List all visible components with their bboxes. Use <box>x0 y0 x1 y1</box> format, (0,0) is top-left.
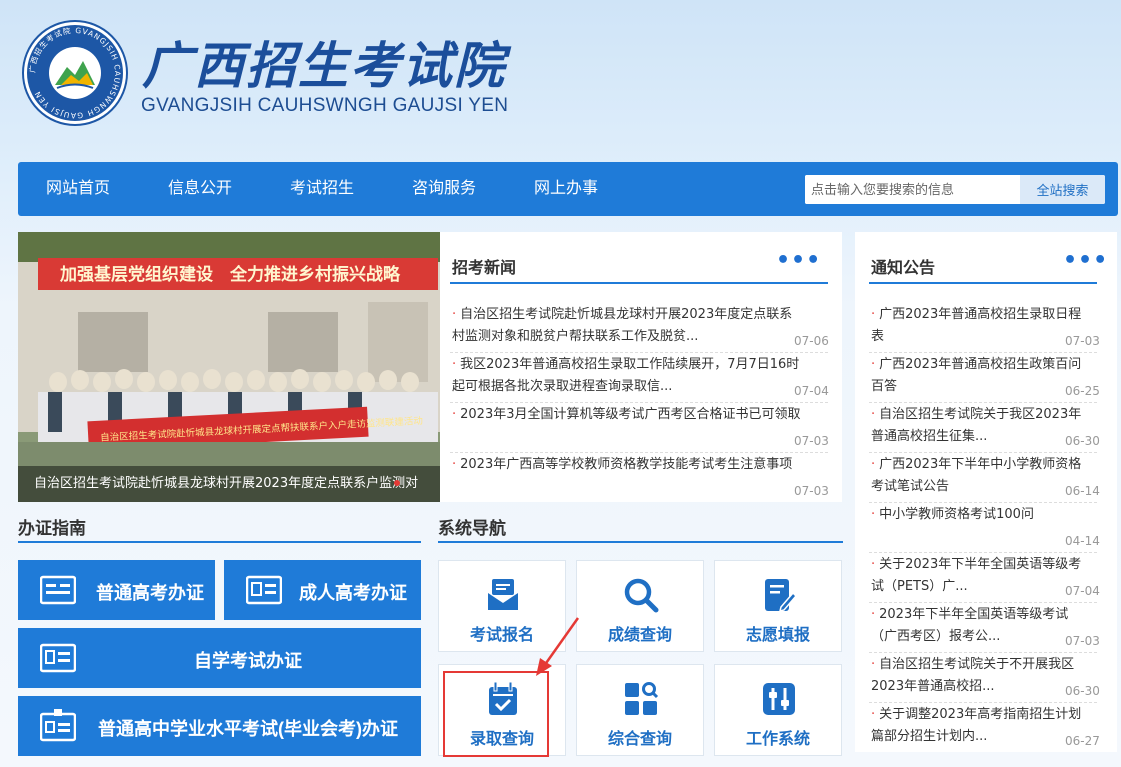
calendar-check-icon <box>489 681 517 715</box>
id-card-icon <box>246 575 282 605</box>
tile-label: 志愿填报 <box>745 627 810 644</box>
news-panel: 招考新闻 ••• · 自治区招生考试院赴忻城县龙球村开展2023年度定点联系 村监测… <box>440 232 842 502</box>
news-item[interactable]: · 自治区招生考试院赴忻城县龙球村开展2023年度定点联系 村监测对象和脱贫户帮扶联… <box>452 304 822 348</box>
guide-button-self-study[interactable]: 自学考试办证 <box>18 628 421 688</box>
news-separator <box>450 352 828 353</box>
notice-panel-divider <box>869 282 1097 284</box>
news-separator <box>450 452 828 453</box>
site-search: 全站搜索 <box>805 175 1105 204</box>
system-nav-divider <box>438 541 843 543</box>
guide-button-label: 普通高考办证 <box>96 583 204 603</box>
guide-button-adult-exam[interactable]: 成人高考办证 <box>224 560 421 620</box>
main-nav: 网站首页 信息公开 考试招生 咨询服务 网上办事 全站搜索 <box>18 162 1118 216</box>
nav-online-services[interactable]: 网上办事 <box>534 162 598 216</box>
guide-button-label: 成人高考办证 <box>299 583 407 603</box>
guide-section-title: 办证指南 <box>18 519 86 538</box>
news-date: 07-03 <box>794 484 829 498</box>
news-item[interactable]: · 我区2023年普通高校招生录取工作陆续展开，7月7日16时 起可根据各批次录取进… <box>452 354 822 398</box>
tile-label: 成绩查询 <box>607 627 672 644</box>
notice-separator <box>869 452 1097 453</box>
notice-date: 07-03 <box>1065 334 1100 348</box>
news-date: 07-06 <box>794 334 829 348</box>
notice-item[interactable]: · 中小学教师资格考试100问 <box>871 504 1103 526</box>
form-edit-icon <box>765 579 797 613</box>
news-item[interactable]: · 2023年3月全国计算机等级考试广西考区合格证书已可领取 <box>452 404 832 426</box>
guide-button-gaokao[interactable]: 普通高考办证 <box>18 560 215 620</box>
nav-info-public[interactable]: 信息公开 <box>168 162 232 216</box>
notice-more-icon[interactable]: ••• <box>1063 248 1108 273</box>
news-date: 07-04 <box>794 384 829 398</box>
site-header: 广西招生考试院 GVANGJSIH CAUHSWNGH GAUJSI YEN 广… <box>0 0 1121 160</box>
guide-button-academic-level[interactable]: 普通高中学业水平考试(毕业会考)办证 <box>18 696 421 756</box>
mountain-icon <box>55 61 95 89</box>
news-slider[interactable]: 加强基层党组织建设 全力推进乡村振兴战略 自治区招生考试院赴忻城县龙球村开展定点… <box>18 232 440 502</box>
id-card-icon <box>40 575 76 605</box>
svg-text:加强基层党组织建设 全力推进乡村振兴战略: 加强基层党组织建设 全力推进乡村振兴战略 <box>59 264 401 285</box>
guide-button-label: 普通高中学业水平考试(毕业会考)办证 <box>98 719 398 739</box>
notice-separator <box>869 552 1097 553</box>
tile-score-query[interactable]: 成绩查询 <box>576 560 704 652</box>
guide-button-label: 自学考试办证 <box>194 651 302 671</box>
notice-panel: 通知公告 ••• · 广西2023年普通高校招生录取日程表 07-03 · 广西2023… <box>855 232 1117 752</box>
notice-separator <box>869 602 1097 603</box>
slider-photo: 加强基层党组织建设 全力推进乡村振兴战略 自治区招生考试院赴忻城县龙球村开展定点… <box>18 232 440 502</box>
notice-separator <box>869 652 1097 653</box>
search-input[interactable] <box>805 175 1020 204</box>
grid-search-icon <box>625 682 659 715</box>
site-title: 广西招生考试院 <box>142 36 506 95</box>
notice-date: 04-14 <box>1065 534 1100 548</box>
notice-date: 06-30 <box>1065 434 1100 448</box>
badge-card-icon <box>40 709 76 742</box>
guide-section-divider <box>18 541 421 543</box>
notice-separator <box>869 402 1097 403</box>
notice-date: 07-03 <box>1065 634 1100 648</box>
nav-consulting[interactable]: 咨询服务 <box>412 162 476 216</box>
site-subtitle: GVANGJSIH CAUHSWNGH GAUJSI YEN <box>141 95 509 116</box>
search-icon <box>624 578 659 613</box>
sliders-icon <box>763 683 795 715</box>
site-logo[interactable]: 广西招生考试院 GVANGJSIH CAUHSWNGH GAUJSI YEN <box>24 22 126 124</box>
logo-emblem <box>49 47 101 99</box>
notice-panel-title: 通知公告 <box>871 260 936 277</box>
tile-label: 工作系统 <box>745 731 810 748</box>
id-card-icon <box>40 643 76 673</box>
notice-separator <box>869 352 1097 353</box>
tile-label: 录取查询 <box>469 731 534 748</box>
system-nav-title: 系统导航 <box>438 519 506 538</box>
notice-date: 06-27 <box>1065 734 1100 748</box>
notice-date: 06-30 <box>1065 684 1100 698</box>
news-item[interactable]: · 2023年广西高等学校教师资格教学技能考试考生注意事项 <box>452 454 832 476</box>
news-separator <box>450 402 828 403</box>
nav-exam-admission[interactable]: 考试招生 <box>290 162 354 216</box>
news-panel-title: 招考新闻 <box>452 260 517 277</box>
notice-date: 06-14 <box>1065 484 1100 498</box>
slider-caption[interactable]: 自治区招生考试院赴忻城县龙球村开展2023年度定点联系户监测对 <box>18 466 440 502</box>
news-date: 07-03 <box>794 434 829 448</box>
slider-indicator[interactable] <box>394 480 400 486</box>
tile-work-system[interactable]: 工作系统 <box>714 664 842 756</box>
registration-icon <box>488 579 518 610</box>
notice-date: 07-04 <box>1065 584 1100 598</box>
notice-separator <box>869 502 1097 503</box>
tile-volunteer-filling[interactable]: 志愿填报 <box>714 560 842 652</box>
news-more-icon[interactable]: ••• <box>776 248 821 273</box>
notice-separator <box>869 702 1097 703</box>
tile-comprehensive-query[interactable]: 综合查询 <box>576 664 704 756</box>
news-panel-divider <box>450 282 828 284</box>
notice-date: 06-25 <box>1065 384 1100 398</box>
red-arrow-annotation <box>536 617 580 676</box>
nav-home[interactable]: 网站首页 <box>46 162 110 216</box>
search-button[interactable]: 全站搜索 <box>1020 175 1105 204</box>
tile-label: 综合查询 <box>607 731 672 748</box>
